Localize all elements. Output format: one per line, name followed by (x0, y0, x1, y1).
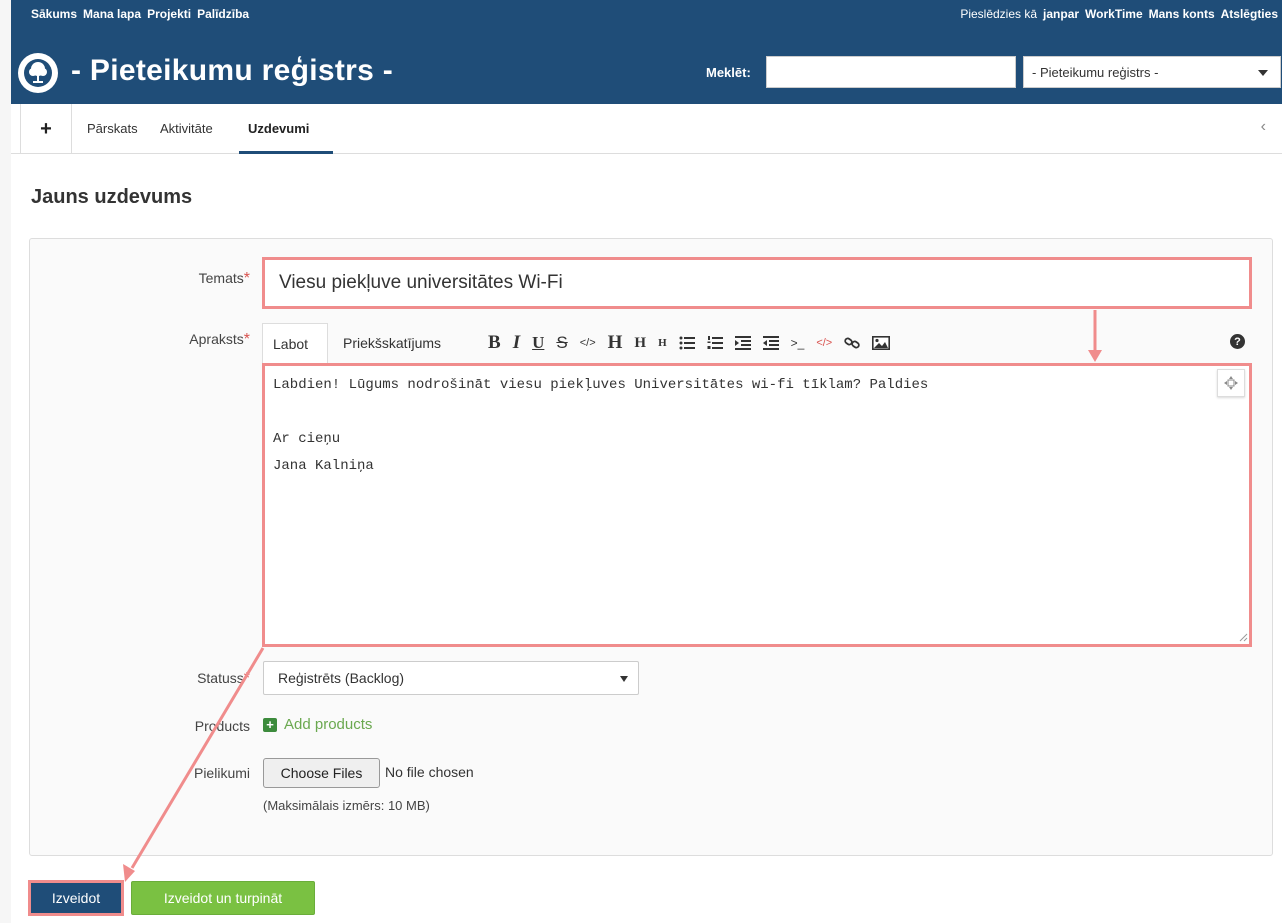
code-block-icon[interactable]: </> (816, 331, 832, 355)
required-mark: * (243, 670, 250, 687)
status-select-value: Reģistrēts (Backlog) (278, 670, 405, 686)
tree-icon (24, 59, 52, 87)
chevron-down-icon (1258, 70, 1268, 76)
editor-toolbar: B I U S </> H H H >_ </> (488, 330, 902, 356)
university-logo (18, 53, 58, 93)
logged-in-as-label: Pieslēdzies kā (960, 7, 1038, 21)
required-mark: * (243, 270, 250, 287)
status-label-text: Statuss (197, 670, 244, 686)
subject-input[interactable] (262, 257, 1252, 309)
create-and-continue-button[interactable]: Izveidot un turpināt (131, 881, 315, 915)
menu-my-page[interactable]: Mana lapa (83, 7, 141, 21)
username-link[interactable]: janpar (1043, 7, 1079, 21)
menu-home[interactable]: Sākums (31, 7, 77, 21)
account-menu: Pieslēdzies kā janpar WorkTime Mans kont… (954, 0, 1278, 28)
heading-3-icon[interactable]: H (658, 331, 667, 355)
preformatted-icon[interactable]: >_ (791, 331, 805, 355)
underline-icon[interactable]: U (532, 331, 544, 355)
menu-sign-out[interactable]: Atslēgties (1221, 7, 1278, 21)
menu-help[interactable]: Palīdzība (197, 7, 249, 21)
italic-icon[interactable]: I (513, 331, 520, 355)
annotation-arrowhead (123, 864, 135, 882)
create-button[interactable]: Izveidot (28, 880, 124, 916)
image-icon[interactable] (872, 331, 891, 355)
menu-worktime[interactable]: WorkTime (1085, 7, 1143, 21)
link-icon[interactable] (844, 331, 860, 355)
search-input[interactable] (766, 56, 1016, 88)
menu-projects[interactable]: Projekti (147, 7, 191, 21)
fullscreen-toggle-button[interactable] (1217, 369, 1245, 397)
main-tabs: + Pārskats Aktivitāte Uzdevumi ‹ (11, 104, 1282, 154)
description-textarea[interactable]: Labdien! Lūgums nodrošināt viesu piekļuv… (262, 363, 1252, 647)
attachments-label: Pielikumi (193, 765, 250, 781)
tab-activity[interactable]: Aktivitāte (160, 121, 213, 136)
project-title: - Pieteikumu reģistrs - (71, 54, 393, 87)
project-header: - Pieteikumu reģistrs - Meklēt: - Pietei… (11, 38, 1282, 104)
top-menu-bar: Sākums Mana lapa Projekti Palīdzība Pies… (11, 0, 1282, 38)
help-icon[interactable]: ? (1230, 334, 1245, 349)
left-margin (0, 0, 11, 923)
file-status: No file chosen (385, 764, 474, 780)
active-tab-indicator (239, 151, 333, 154)
chevron-down-icon (620, 676, 628, 682)
project-select-value: - Pieteikumu reģistrs - (1032, 64, 1159, 80)
heading-1-icon[interactable]: H (608, 331, 623, 355)
subject-label: Temats* (140, 270, 250, 288)
status-label: Statuss* (140, 670, 250, 688)
chevron-left-icon[interactable]: ‹ (1261, 118, 1266, 136)
add-products-link[interactable]: + Add products (263, 716, 372, 733)
description-label: Apraksts* (140, 331, 250, 349)
resize-handle-icon[interactable] (1238, 632, 1248, 642)
products-label: Products (194, 718, 250, 734)
status-select[interactable]: Reģistrēts (Backlog) (263, 661, 639, 695)
max-size-hint: (Maksimālais izmērs: 10 MB) (263, 798, 430, 813)
heading-2-icon[interactable]: H (634, 331, 646, 355)
choose-files-button[interactable]: Choose Files (263, 758, 380, 788)
editor-tab-preview[interactable]: Priekšskatījums (333, 323, 451, 363)
bold-icon[interactable]: B (488, 331, 501, 355)
required-mark: * (243, 331, 250, 348)
indent-icon[interactable] (734, 331, 751, 355)
new-item-tab[interactable]: + (20, 104, 72, 154)
ordered-list-icon[interactable] (707, 331, 723, 355)
page-title: Jauns uzdevums (31, 186, 193, 208)
search-label: Meklēt: (706, 65, 751, 80)
tab-issues[interactable]: Uzdevumi (248, 121, 309, 136)
unordered-list-icon[interactable] (679, 331, 695, 355)
editor-tab-edit[interactable]: Labot (262, 323, 328, 363)
menu-my-account[interactable]: Mans konts (1149, 7, 1215, 21)
add-products-text: Add products (284, 716, 373, 733)
tab-overview[interactable]: Pārskats (87, 121, 138, 136)
project-jump-select[interactable]: - Pieteikumu reģistrs - (1023, 56, 1281, 88)
outdent-icon[interactable] (762, 331, 779, 355)
description-label-text: Apraksts (189, 331, 244, 347)
inline-code-icon[interactable]: </> (580, 331, 596, 355)
subject-label-text: Temats (198, 270, 244, 286)
strikethrough-icon[interactable]: S (556, 331, 567, 355)
plus-icon: + (263, 717, 277, 732)
move-icon (1224, 376, 1238, 390)
